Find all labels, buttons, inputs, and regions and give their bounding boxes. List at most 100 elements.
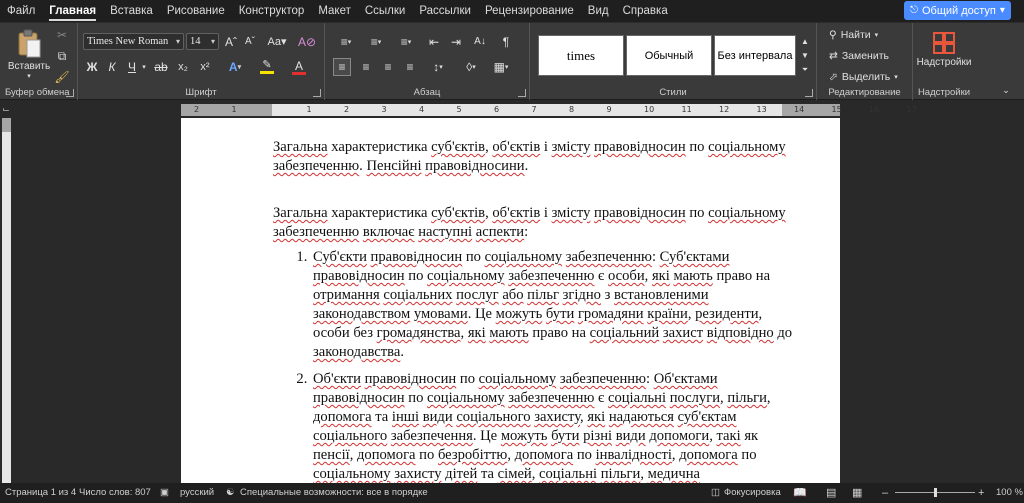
menu-tab[interactable]: Главная: [42, 0, 103, 22]
shrink-font-icon[interactable]: Aˇ: [242, 33, 258, 50]
font-size-value: 14: [190, 36, 201, 47]
style-times[interactable]: times: [538, 35, 624, 76]
menu-tab[interactable]: Рисование: [160, 0, 232, 22]
text-run: забезпеченню: [273, 158, 360, 174]
font-size-select[interactable]: 14 ▾: [186, 33, 219, 50]
ruler-number: 4: [419, 105, 425, 114]
addins-button[interactable]: Надстройки: [917, 27, 971, 73]
align-left-icon[interactable]: ≡: [333, 58, 351, 76]
accessibility-icon: ☯: [226, 487, 235, 498]
paragraph-launcher[interactable]: [518, 89, 526, 97]
find-button[interactable]: ⚲ Найти ▾: [829, 27, 909, 43]
menu-tab[interactable]: Ссылки: [358, 0, 413, 22]
zoom-in-icon[interactable]: +: [978, 483, 984, 503]
text-run: особи: [607, 268, 645, 284]
list-item: Суб'єкти правовідносин по соціальному за…: [311, 248, 793, 362]
pilcrow-icon[interactable]: ¶: [497, 33, 515, 50]
text-run: з: [600, 287, 615, 303]
grow-font-icon[interactable]: Aˆ: [223, 33, 239, 50]
replace-button[interactable]: ⇄ Заменить: [829, 48, 909, 64]
strikethrough-icon[interactable]: ab: [152, 58, 170, 76]
read-mode-icon[interactable]: 📖: [793, 483, 807, 503]
text-run: Об'єктами: [653, 371, 718, 387]
highlight-color-icon[interactable]: ✎: [256, 58, 278, 76]
text-run: по: [737, 447, 757, 463]
paste-button[interactable]: Вставить ▾: [8, 27, 50, 82]
cut-icon[interactable]: ✂: [54, 27, 70, 43]
text-run: Об'єкти: [313, 371, 361, 387]
text-run: ,: [640, 466, 648, 482]
shading-icon[interactable]: ◊ ▾: [459, 58, 483, 76]
chevron-down-icon[interactable]: ▾: [140, 58, 148, 76]
text-run: забезпеченню: [565, 249, 652, 265]
menu-tab[interactable]: Конструктор: [232, 0, 312, 22]
underline-icon[interactable]: Ч: [124, 58, 140, 76]
superscript-icon[interactable]: x²: [196, 58, 214, 76]
menu-tab[interactable]: Справка: [616, 0, 675, 22]
line-spacing-icon[interactable]: ↕ ▾: [425, 58, 451, 76]
horizontal-ruler[interactable]: 1 2 1 2 3 4 5 6 7 8 9 10 11 12 13 14 15 16 17: [181, 104, 917, 116]
accessibility-status[interactable]: Специальные возможности: все в порядке: [240, 483, 428, 503]
menu-tab[interactable]: Вид: [581, 0, 616, 22]
styles-launcher[interactable]: [805, 89, 813, 97]
text-effects-icon[interactable]: A ▾: [224, 58, 246, 76]
text-run: ,: [687, 306, 696, 322]
increase-indent-icon[interactable]: ⇥: [447, 33, 465, 50]
zoom-slider-thumb[interactable]: [934, 488, 937, 497]
format-painter-icon[interactable]: 🖌: [54, 69, 70, 85]
vertical-ruler[interactable]: [2, 118, 11, 483]
print-layout-icon[interactable]: ▤: [826, 483, 836, 503]
proofing-icon[interactable]: ▣: [160, 483, 169, 503]
align-center-icon[interactable]: ≡: [357, 58, 375, 76]
borders-icon[interactable]: ▦ ▾: [489, 58, 513, 76]
menu-tab[interactable]: Макет: [311, 0, 358, 22]
italic-icon[interactable]: К: [104, 58, 120, 76]
menu-tab[interactable]: Вставка: [103, 0, 160, 22]
text-run: медична: [647, 466, 701, 482]
font-name-select[interactable]: Times New Roman ▾: [83, 33, 184, 50]
clipboard-launcher[interactable]: [66, 89, 74, 97]
multilevel-list-icon[interactable]: ≡ ▾: [393, 33, 419, 50]
style-normal[interactable]: Обычный: [626, 35, 712, 76]
document-body[interactable]: Загальна характеристика суб'єктів, об'єк…: [273, 138, 793, 483]
bold-icon[interactable]: Ж: [84, 58, 100, 76]
align-right-icon[interactable]: ≡: [379, 58, 397, 76]
page-count[interactable]: Страница 1 из 4: [5, 483, 76, 503]
subscript-icon[interactable]: x₂: [174, 58, 192, 76]
zoom-level[interactable]: 100 %: [996, 483, 1023, 503]
numbering-icon[interactable]: ≡ ▾: [363, 33, 389, 50]
zoom-out-icon[interactable]: –: [882, 483, 888, 503]
styles-scroll-up-icon[interactable]: ▲: [798, 35, 812, 48]
chevron-down-icon: ▾: [999, 5, 1005, 16]
text-run: громадяни: [577, 306, 644, 322]
menu-tab[interactable]: Рецензирование: [478, 0, 581, 22]
text-run: . Це: [472, 428, 501, 444]
clear-formatting-icon[interactable]: A⊘: [298, 33, 316, 50]
document-page[interactable]: Загальна характеристика суб'єктів, об'єк…: [181, 118, 840, 483]
menu-tab[interactable]: Файл: [0, 0, 42, 22]
copy-icon[interactable]: ⧉: [54, 48, 70, 64]
change-case-icon[interactable]: Aa▾: [264, 33, 290, 50]
web-layout-icon[interactable]: ▦: [852, 483, 862, 503]
share-button[interactable]: ⎋ Общий доступ ▾: [904, 1, 1011, 20]
focus-mode[interactable]: Фокусировка: [724, 483, 781, 503]
styles-scroll-down-icon[interactable]: ▼: [798, 49, 812, 62]
word-count[interactable]: Число слов: 807: [79, 483, 151, 503]
font-launcher[interactable]: [313, 89, 321, 97]
text-run: :: [646, 371, 654, 387]
justify-icon[interactable]: ≡: [401, 58, 419, 76]
text-run: сімей: [497, 466, 532, 482]
select-button[interactable]: ⬀ Выделить ▾: [829, 69, 909, 85]
text-run: і: [540, 139, 552, 155]
tab-stop-selector-icon[interactable]: ⌙: [1, 103, 11, 115]
style-no-spacing[interactable]: Без интервала: [714, 35, 796, 76]
menu-tab[interactable]: Рассылки: [412, 0, 478, 22]
sort-icon[interactable]: A↓: [471, 33, 489, 50]
bullets-icon[interactable]: ≡ ▾: [333, 33, 359, 50]
language-indicator[interactable]: русский: [180, 483, 214, 503]
decrease-indent-icon[interactable]: ⇤: [425, 33, 443, 50]
collapse-ribbon-icon[interactable]: ⌄: [998, 83, 1014, 97]
text-run: соціальному: [313, 466, 391, 482]
styles-more-icon[interactable]: ⏷: [798, 63, 812, 76]
font-color-icon[interactable]: A: [288, 58, 310, 76]
